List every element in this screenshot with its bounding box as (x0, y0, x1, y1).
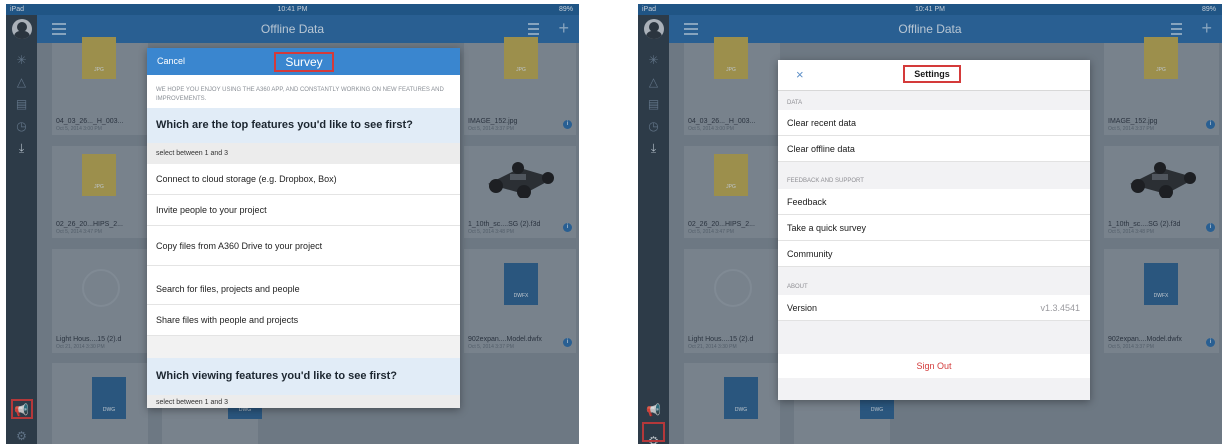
title-highlight (903, 65, 961, 83)
community-row[interactable]: Community (778, 241, 1090, 267)
question-1: Which are the top features you'd like to… (147, 108, 460, 143)
question-2: Which viewing features you'd like to see… (147, 358, 460, 395)
section-about: ABOUT (787, 284, 808, 290)
feedback-row[interactable]: Feedback (778, 189, 1090, 215)
option-copy-files[interactable]: Copy files from A360 Drive to your proje… (147, 226, 460, 266)
question-1-hint: select between 1 and 3 (147, 143, 460, 164)
question-2-hint: select between 1 and 3 (147, 395, 460, 408)
section-data: DATA (787, 100, 803, 106)
option-invite-people[interactable]: Invite people to your project (147, 195, 460, 226)
title-highlight (274, 52, 334, 72)
take-survey-row[interactable]: Take a quick survey (778, 215, 1090, 241)
section-feedback: FEEDBACK AND SUPPORT (787, 178, 864, 184)
version-row: Version v1.3.4541 (778, 295, 1090, 321)
version-value: v1.3.4541 (1040, 303, 1080, 313)
close-icon[interactable]: × (796, 60, 804, 90)
option-share-files[interactable]: Share files with people and projects (147, 305, 460, 336)
option-cloud-storage[interactable]: Connect to cloud storage (e.g. Dropbox, … (147, 164, 460, 195)
option-search[interactable]: Search for files, projects and people (147, 274, 460, 305)
clear-offline-data-row[interactable]: Clear offline data (778, 136, 1090, 162)
section-gap (147, 336, 460, 358)
clear-recent-data-row[interactable]: Clear recent data (778, 110, 1090, 136)
settings-screen: iPad 10:41 PM 89% Offline Data + ✳ △ ▤ ◷… (638, 4, 1222, 444)
cancel-button[interactable]: Cancel (157, 48, 185, 75)
settings-modal: × Settings DATA Clear recent data Clear … (778, 60, 1090, 400)
survey-screen: iPad 10:41 PM 89% Offline Data + ✳ △ ▤ ◷… (6, 4, 579, 444)
survey-intro: WE HOPE YOU ENJOY USING THE A360 APP, AN… (156, 87, 444, 102)
sign-out-button[interactable]: Sign Out (778, 354, 1090, 378)
version-label: Version (787, 303, 818, 313)
survey-modal: Cancel Survey WE HOPE YOU ENJOY USING TH… (147, 48, 460, 408)
